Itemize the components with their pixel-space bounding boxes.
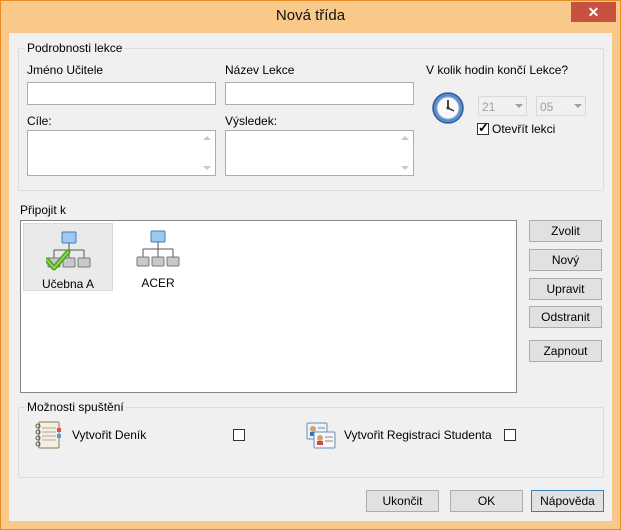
teacher-name-label: Jméno Učitele xyxy=(27,63,104,77)
lesson-details-group-label: Podrobnosti lekce xyxy=(25,41,125,55)
network-icon xyxy=(136,230,180,267)
choose-button[interactable]: Zvolit xyxy=(529,220,602,242)
edit-button[interactable]: Upravit xyxy=(529,278,602,300)
ok-button[interactable]: OK xyxy=(450,490,523,512)
chevron-down-icon xyxy=(574,104,582,108)
clock-icon xyxy=(431,91,465,128)
end-time-label: V kolik hodin končí Lekce? xyxy=(426,63,569,77)
turn-on-button[interactable]: Zapnout xyxy=(529,340,602,362)
open-lesson-label: Otevřít lekci xyxy=(492,122,556,136)
goals-label: Cíle: xyxy=(27,114,52,128)
new-button[interactable]: Nový xyxy=(529,249,602,271)
title-bar[interactable]: Nová třída ✕ xyxy=(1,1,620,33)
list-item-label: Učebna A xyxy=(41,277,95,291)
connect-list[interactable]: Učebna A ACER xyxy=(20,220,517,393)
remove-button[interactable]: Odstranit xyxy=(529,306,602,328)
list-item-acer[interactable]: ACER xyxy=(113,223,203,291)
connect-to-label: Připojit k xyxy=(20,203,67,217)
scroll-down-icon[interactable] xyxy=(401,166,409,170)
create-registration-checkbox[interactable] xyxy=(504,429,516,441)
create-journal-checkbox[interactable] xyxy=(233,429,245,441)
journal-icon xyxy=(33,419,63,454)
scroll-up-icon[interactable] xyxy=(203,136,211,140)
dialog-window: Nová třída ✕ Podrobnosti lekce Jméno Uči… xyxy=(0,0,621,530)
lesson-name-label: Název Lekce xyxy=(225,63,295,77)
end-minute-value: 05 xyxy=(540,100,554,114)
create-journal-label: Vytvořit Deník xyxy=(72,428,147,442)
network-connected-icon xyxy=(46,231,91,271)
quit-button[interactable]: Ukončit xyxy=(366,490,439,512)
goals-scrollbar[interactable] xyxy=(199,131,215,175)
end-minute-select[interactable]: 05 xyxy=(536,96,586,116)
result-label: Výsledek: xyxy=(225,114,278,128)
open-lesson-checkbox[interactable] xyxy=(477,120,489,136)
goals-textarea[interactable] xyxy=(27,130,216,176)
help-button[interactable]: Nápověda xyxy=(531,490,604,512)
end-hour-select[interactable]: 21 xyxy=(478,96,527,116)
result-scrollbar[interactable] xyxy=(397,131,413,175)
scroll-up-icon[interactable] xyxy=(401,136,409,140)
list-item-classroom-a[interactable]: Učebna A xyxy=(23,223,113,291)
window-title: Nová třída xyxy=(275,7,346,24)
chevron-down-icon xyxy=(515,104,523,108)
result-textarea[interactable] xyxy=(225,130,414,176)
teacher-name-input[interactable] xyxy=(27,82,216,105)
create-registration-label: Vytvořit Registraci Studenta xyxy=(344,428,492,442)
lesson-name-input[interactable] xyxy=(225,82,414,105)
student-registration-icon xyxy=(305,421,337,454)
list-item-label: ACER xyxy=(141,276,175,290)
startup-options-group-label: Možnosti spuštění xyxy=(25,400,126,414)
close-button[interactable]: ✕ xyxy=(571,2,616,22)
scroll-down-icon[interactable] xyxy=(203,166,211,170)
dialog-client: Podrobnosti lekce Jméno Učitele Název Le… xyxy=(9,33,612,521)
end-hour-value: 21 xyxy=(482,100,496,114)
